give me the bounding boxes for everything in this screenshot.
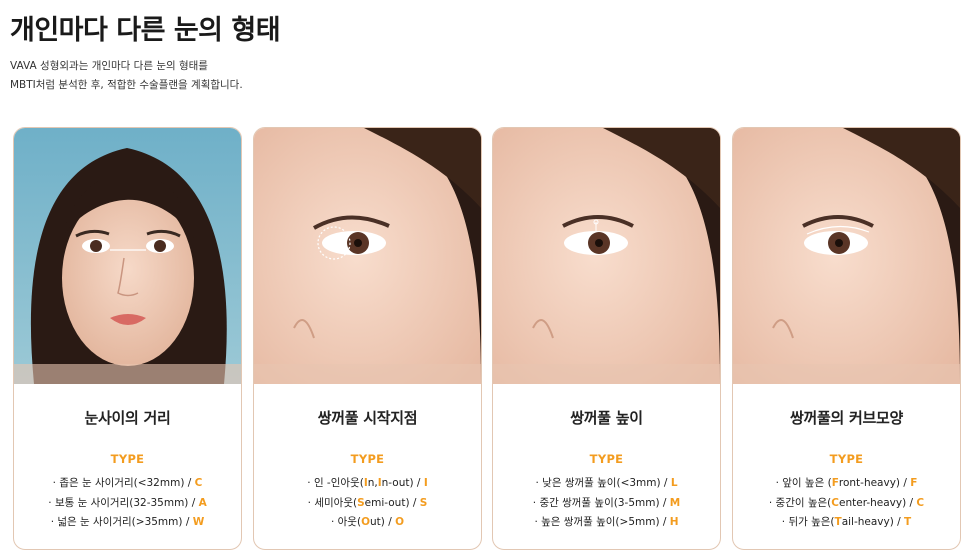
type-item-f: · 앞이 높은 (Front-heavy) / F xyxy=(775,477,918,489)
card-fold-curve-shape: 쌍꺼풀의 커브모양 TYPE · 앞이 높은 (Front-heavy) / F… xyxy=(732,127,961,550)
type-item-s: · 세미아웃(Semi-out) / S xyxy=(307,496,428,509)
page-description: VAVA 성형외과는 개인마다 다른 눈의 형태를 MBTI처럼 분석한 후, … xyxy=(10,57,243,95)
description-line-1: VAVA 성형외과는 개인마다 다른 눈의 형태를 xyxy=(10,60,208,72)
card-body: 쌍꺼풀의 커브모양 TYPE · 앞이 높은 (Front-heavy) / F… xyxy=(733,384,960,549)
type-item-m: · 중간 쌍꺼풀 높이(3-5mm) / M xyxy=(532,496,681,509)
card-fold-start-point: 쌍꺼풀 시작지점 TYPE · 인 -인아웃(In,In-out) / I · … xyxy=(253,127,482,550)
type-label: TYPE xyxy=(110,452,145,466)
eye-closeup-fold-height-photo xyxy=(493,128,720,384)
type-item-t: · 뒤가 높은(Tail-heavy) / T xyxy=(781,516,912,528)
type-item-l: · 낮은 쌍꺼풀 높이(<3mm) / L xyxy=(535,477,678,489)
type-list: · 앞이 높은 (Front-heavy) / F · 중간이 높은(Cente… xyxy=(733,474,960,533)
type-label: TYPE xyxy=(350,452,385,466)
type-item-w: · 넓은 눈 사이거리(>35mm) / W xyxy=(50,516,205,528)
type-item-a: · 보통 눈 사이거리(32-35mm) / A xyxy=(48,496,207,509)
description-line-2: MBTI처럼 분석한 후, 적합한 수술플랜을 계획합니다. xyxy=(10,79,243,91)
type-list: · 좁은 눈 사이거리(<32mm) / C · 보통 눈 사이거리(32-35… xyxy=(14,474,241,533)
card-title: 눈사이의 거리 xyxy=(84,409,171,427)
eye-type-cards: 눈사이의 거리 TYPE · 좁은 눈 사이거리(<32mm) / C · 보통… xyxy=(13,127,961,550)
card-title: 쌍꺼풀 높이 xyxy=(570,409,643,427)
type-item-i: · 인 -인아웃(In,In-out) / I xyxy=(307,477,428,489)
type-item-c: · 중간이 높은(Center-heavy) / C xyxy=(768,496,925,509)
page-title: 개인마다 다른 눈의 형태 xyxy=(10,15,281,46)
face-front-eye-distance-photo xyxy=(14,128,241,384)
card-eye-distance: 눈사이의 거리 TYPE · 좁은 눈 사이거리(<32mm) / C · 보통… xyxy=(13,127,242,550)
type-item-o: · 아웃(Out) / O xyxy=(330,516,405,528)
card-title: 쌍꺼풀 시작지점 xyxy=(317,409,418,427)
type-item-h: · 높은 쌍꺼풀 높이(>5mm) / H xyxy=(534,516,679,528)
type-label: TYPE xyxy=(829,452,864,466)
eye-closeup-curve-shape-photo xyxy=(733,128,960,384)
type-label: TYPE xyxy=(589,452,624,466)
card-body: 쌍꺼풀 시작지점 TYPE · 인 -인아웃(In,In-out) / I · … xyxy=(254,384,481,549)
card-body: 쌍꺼풀 높이 TYPE · 낮은 쌍꺼풀 높이(<3mm) / L · 중간 쌍… xyxy=(493,384,720,549)
type-list: · 인 -인아웃(In,In-out) / I · 세미아웃(Semi-out)… xyxy=(254,474,481,533)
eye-closeup-start-point-photo xyxy=(254,128,481,384)
page: 개인마다 다른 눈의 형태 VAVA 성형외과는 개인마다 다른 눈의 형태를 … xyxy=(0,0,966,560)
card-body: 눈사이의 거리 TYPE · 좁은 눈 사이거리(<32mm) / C · 보통… xyxy=(14,384,241,549)
type-list: · 낮은 쌍꺼풀 높이(<3mm) / L · 중간 쌍꺼풀 높이(3-5mm)… xyxy=(493,474,720,533)
card-fold-height: 쌍꺼풀 높이 TYPE · 낮은 쌍꺼풀 높이(<3mm) / L · 중간 쌍… xyxy=(492,127,721,550)
type-item-c: · 좁은 눈 사이거리(<32mm) / C xyxy=(52,477,203,489)
card-title: 쌍꺼풀의 커브모양 xyxy=(790,409,903,427)
